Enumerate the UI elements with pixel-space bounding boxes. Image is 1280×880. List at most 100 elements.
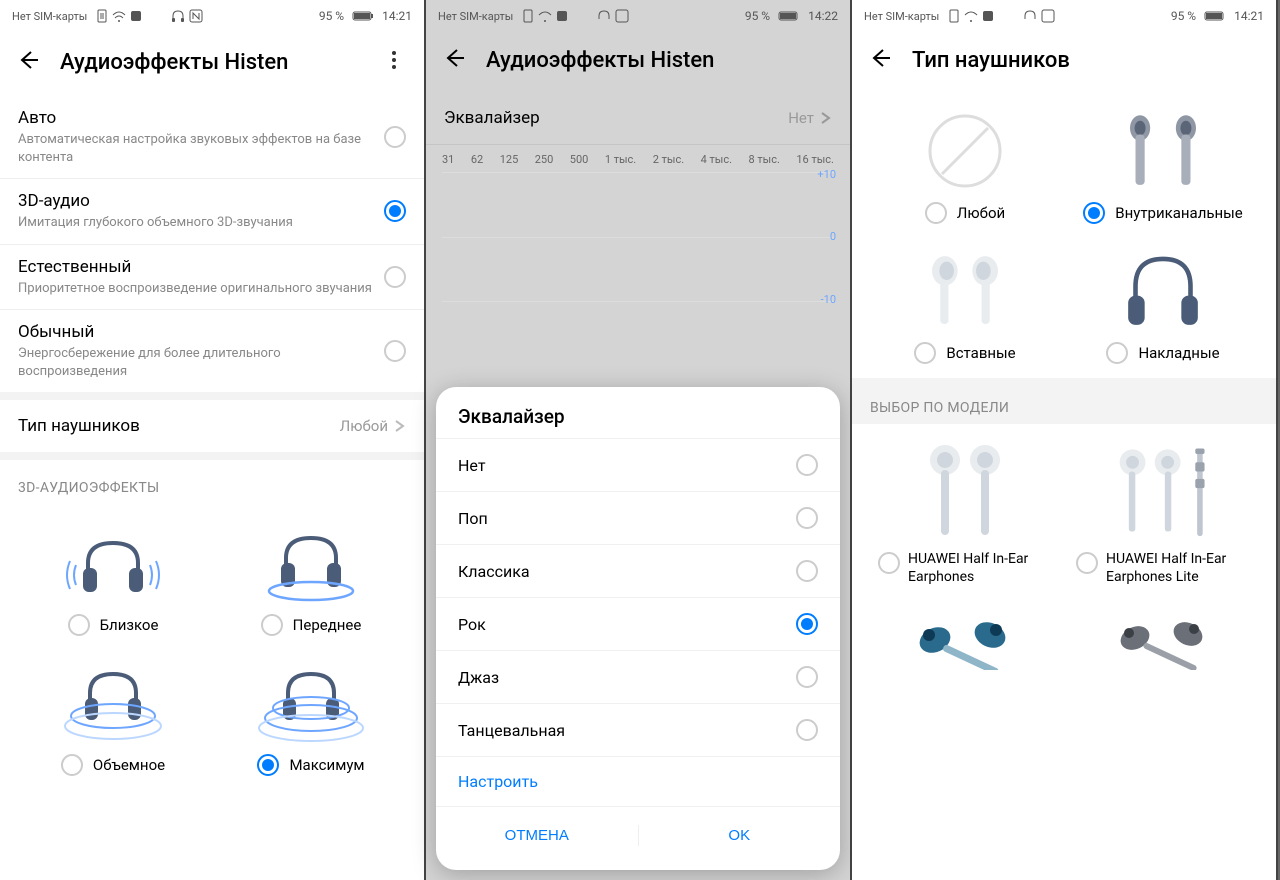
radio[interactable]: [384, 266, 406, 288]
mode-sub: Имитация глубокого объемного 3D-звучания: [18, 214, 384, 232]
more-button[interactable]: [380, 46, 408, 78]
type-any[interactable]: Любой: [866, 100, 1064, 230]
battery-icon: [778, 9, 800, 23]
arrow-left-icon: [16, 48, 40, 72]
dialog-title: Эквалайзер: [436, 405, 840, 438]
radio[interactable]: [796, 666, 818, 688]
model-huawei-half[interactable]: HUAWEI Half In-Ear Earphones: [866, 424, 1064, 602]
radio[interactable]: [384, 340, 406, 362]
nav-value: Любой: [340, 417, 388, 435]
radio[interactable]: [796, 507, 818, 529]
type-earbud[interactable]: Вставные: [866, 240, 1064, 370]
back-button[interactable]: [868, 46, 892, 74]
eq-customize[interactable]: Настроить: [436, 756, 840, 806]
type-illustration: [1108, 106, 1218, 196]
mode-list: Авто Автоматическая настройка звуковых э…: [0, 96, 424, 880]
screen-audio-effects: Нет SIM-карты 95 % 14:21 Аудиоэффекты Hi…: [0, 0, 426, 880]
eq-nav-row[interactable]: Эквалайзер Нет: [426, 92, 850, 145]
effect-label: Объемное: [93, 756, 165, 775]
page-title: Аудиоэффекты Histen: [60, 50, 360, 75]
mode-natural[interactable]: Естественный Приоритетное воспроизведени…: [0, 245, 424, 311]
app-icon: [981, 9, 995, 23]
mode-title: Естественный: [18, 257, 384, 277]
effect-front[interactable]: Переднее: [212, 512, 410, 642]
radio[interactable]: [796, 613, 818, 635]
type-over-ear[interactable]: Накладные: [1064, 240, 1262, 370]
radio[interactable]: [384, 126, 406, 148]
model-label: HUAWEI Half In-Ear Earphones: [908, 550, 1052, 586]
status-icons-mid: [597, 9, 629, 23]
eq-option-none[interactable]: Нет: [436, 438, 840, 491]
mode-auto[interactable]: Авто Автоматическая настройка звуковых э…: [0, 96, 424, 179]
radio[interactable]: [925, 202, 947, 224]
radio[interactable]: [261, 614, 283, 636]
mode-sub: Энергосбережение для более длительного в…: [18, 345, 384, 380]
cancel-button[interactable]: ОТМЕНА: [436, 813, 638, 858]
type-label: Вставные: [946, 344, 1015, 363]
sim-icon: [521, 9, 535, 23]
wifi-icon: [538, 9, 552, 23]
dialog-actions: ОТМЕНА OK: [436, 806, 840, 864]
model-huawei-half-lite[interactable]: HUAWEI Half In-Ear Earphones Lite: [1064, 424, 1262, 602]
status-battery: 95 %: [319, 9, 344, 23]
screen-headphone-type: Нет SIM-карты 95 % 14:21 Тип наушников: [852, 0, 1278, 880]
status-sim: Нет SIM-карты: [864, 10, 939, 23]
status-bar: Нет SIM-карты 95 % 14:21: [0, 0, 424, 32]
eq-dialog: Эквалайзер Нет Поп Классика Рок Джаз Тан…: [436, 387, 840, 870]
sim-icon: [947, 9, 961, 23]
eq-option-classic[interactable]: Классика: [436, 544, 840, 597]
radio[interactable]: [796, 719, 818, 741]
mode-sub: Приоритетное воспроизведение оригинально…: [18, 280, 384, 298]
mode-sub: Автоматическая настройка звуковых эффект…: [18, 131, 384, 166]
headphone-type-row[interactable]: Тип наушников Любой: [0, 400, 424, 452]
radio[interactable]: [1076, 552, 1098, 574]
type-in-ear[interactable]: Внутриканальные: [1064, 100, 1262, 230]
mode-normal[interactable]: Обычный Энергосбережение для более длите…: [0, 310, 424, 392]
eq-option-jazz[interactable]: Джаз: [436, 650, 840, 703]
models-partial-row: [852, 602, 1276, 670]
nfc-icon: [1041, 9, 1055, 23]
nav-value: Нет: [788, 109, 814, 127]
status-battery: 95 %: [745, 9, 770, 23]
back-button[interactable]: [442, 46, 466, 74]
radio[interactable]: [1106, 342, 1128, 364]
effect-label: Близкое: [100, 616, 159, 635]
radio[interactable]: [1083, 202, 1105, 224]
radio[interactable]: [68, 614, 90, 636]
status-icons-mid: [171, 9, 203, 23]
page-title: Аудиоэффекты Histen: [486, 48, 834, 73]
effect-volume[interactable]: Объемное: [14, 652, 212, 782]
app-icon: [129, 9, 143, 23]
chevron-right-icon: [818, 111, 832, 125]
headphones-icon: [171, 9, 185, 23]
eq-option-dance[interactable]: Танцевальная: [436, 703, 840, 756]
ok-button[interactable]: OK: [639, 813, 841, 858]
effect-max[interactable]: Максимум: [212, 652, 410, 782]
status-sim: Нет SIM-карты: [12, 10, 87, 23]
status-bar: Нет SIM-карты 95 % 14:21: [852, 0, 1276, 32]
status-icons-mid: [1023, 9, 1055, 23]
radio[interactable]: [384, 200, 406, 222]
eq-option-pop[interactable]: Поп: [436, 491, 840, 544]
radio[interactable]: [61, 754, 83, 776]
eq-bands: 31 62 125 250 500 1 тыс. 2 тыс. 4 тыс. 8…: [426, 145, 850, 166]
radio[interactable]: [796, 560, 818, 582]
radio[interactable]: [914, 342, 936, 364]
mode-3d-audio[interactable]: 3D-аудио Имитация глубокого объемного 3D…: [0, 179, 424, 245]
radio[interactable]: [257, 754, 279, 776]
battery-icon: [352, 9, 374, 23]
app-icon: [555, 9, 569, 23]
headphones-icon: [1023, 9, 1037, 23]
header: Аудиоэффекты Histen: [426, 32, 850, 92]
eq-option-rock[interactable]: Рок: [436, 597, 840, 650]
back-button[interactable]: [16, 48, 40, 76]
section-3d-effects: 3D-АУДИОЭФФЕКТЫ: [0, 460, 424, 504]
effect-illustration: [256, 518, 366, 608]
mode-title: Авто: [18, 108, 384, 128]
radio[interactable]: [796, 454, 818, 476]
type-illustration: [910, 106, 1020, 196]
radio[interactable]: [878, 552, 900, 574]
header: Аудиоэффекты Histen: [0, 32, 424, 96]
eq-chart: +10 0 -10: [442, 172, 834, 302]
effect-close[interactable]: Близкое: [14, 512, 212, 642]
